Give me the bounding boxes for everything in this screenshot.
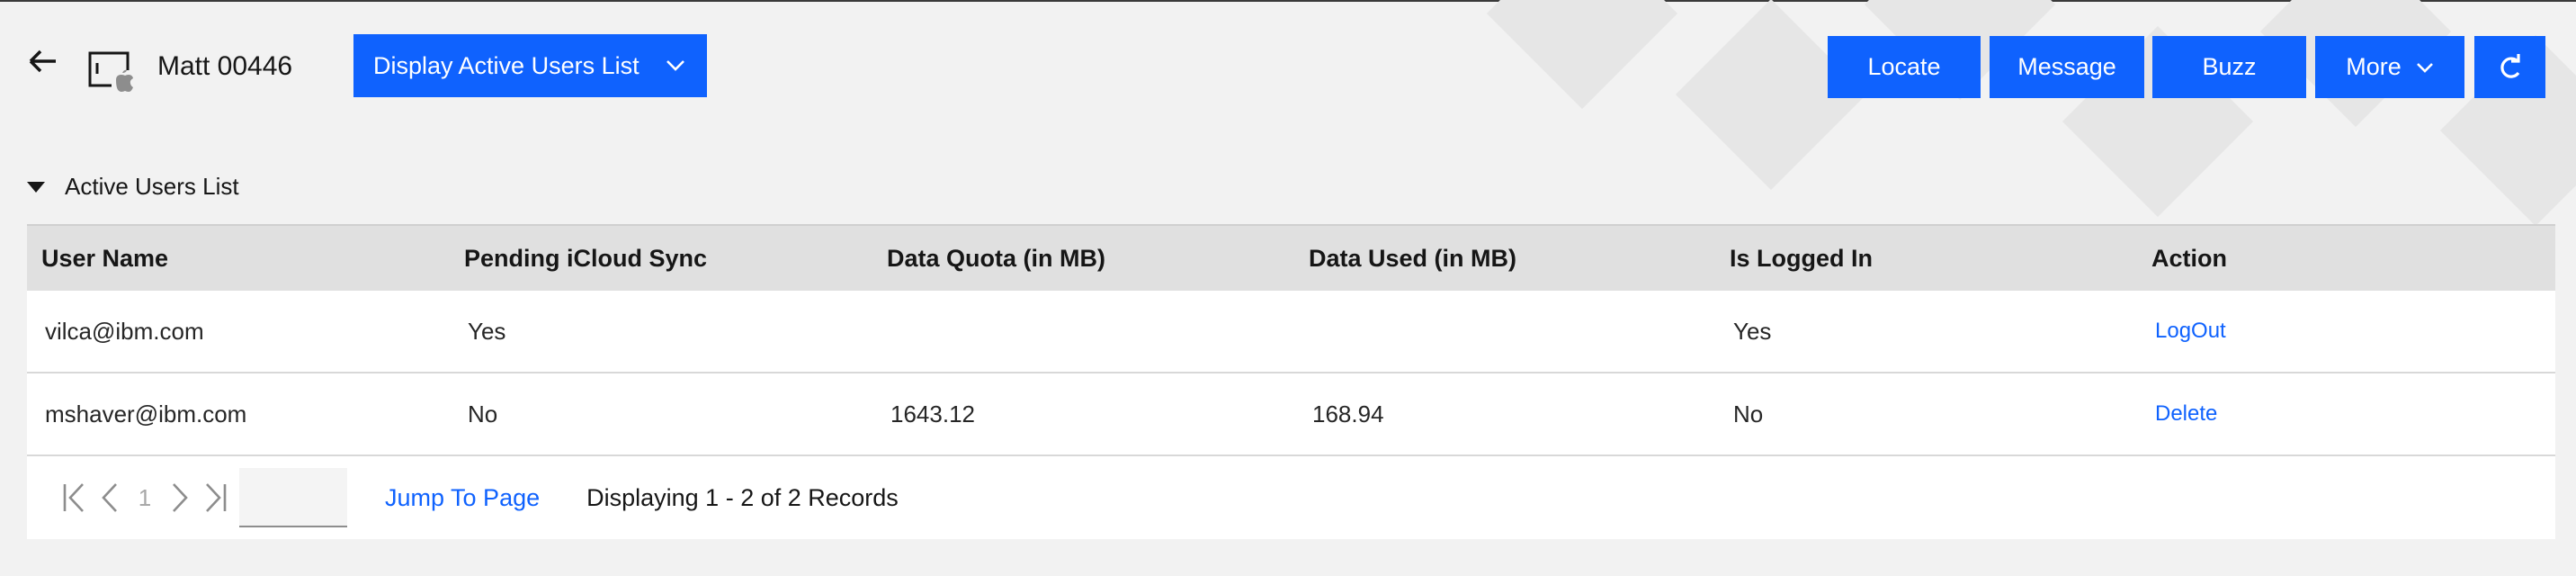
refresh-button[interactable] [2474,36,2545,98]
more-button[interactable]: More [2315,36,2464,98]
message-button-label: Message [2017,53,2116,80]
cell-pending-sync: Yes [468,317,506,345]
delete-link[interactable]: Delete [2137,401,2555,427]
table-row: mshaver@ibm.com No 1643.12 168.94 No Del… [27,374,2555,456]
more-button-label: More [2346,53,2402,80]
cell-pending-sync: No [468,400,498,428]
background-decoration [1407,0,2576,234]
logout-link[interactable]: LogOut [2137,319,2555,344]
column-header-pending-icloud-sync[interactable]: Pending iCloud Sync [450,245,872,273]
active-users-table: User Name Pending iCloud Sync Data Quota… [27,224,2555,539]
top-border [0,0,2576,2]
caret-down-icon [27,181,45,193]
buzz-button[interactable]: Buzz [2152,36,2306,98]
pagination: 1 Jump To Page Displaying 1 - 2 of 2 Rec… [27,456,2555,539]
section-header[interactable]: Active Users List [27,173,239,201]
cell-user-name: vilca@ibm.com [45,317,204,345]
section-title: Active Users List [65,173,239,200]
next-page-icon[interactable] [162,480,198,516]
cell-data-used: 168.94 [1312,400,1384,428]
first-page-icon[interactable] [58,480,92,516]
refresh-icon [2500,53,2520,78]
apple-device-icon [88,50,135,92]
locate-button-label: Locate [1867,53,1941,80]
column-header-data-quota[interactable]: Data Quota (in MB) [872,245,1294,273]
current-page-number: 1 [138,483,152,511]
device-name: Matt 00446 [157,51,293,81]
column-header-action: Action [2151,244,2227,272]
cell-user-name: mshaver@ibm.com [45,400,247,428]
previous-page-icon[interactable] [92,480,128,516]
jump-to-page-link[interactable]: Jump To Page [385,484,540,512]
column-header-user-name[interactable]: User Name [27,245,450,273]
cell-logged-in: No [1733,400,1764,428]
table-header: User Name Pending iCloud Sync Data Quota… [27,224,2555,291]
page-number-input[interactable] [239,468,347,527]
column-header-data-used[interactable]: Data Used (in MB) [1294,245,1715,273]
back-arrow-icon[interactable] [25,43,61,79]
records-count: Displaying 1 - 2 of 2 Records [586,483,899,511]
buzz-button-label: Buzz [2202,53,2257,80]
column-header-is-logged-in[interactable]: Is Logged In [1715,245,2137,273]
cell-logged-in: Yes [1733,317,1772,345]
view-dropdown-label: Display Active Users List [373,51,640,79]
cell-data-quota: 1643.12 [890,400,975,428]
chevron-down-icon [2416,62,2433,73]
view-dropdown[interactable]: Display Active Users List [353,34,707,97]
chevron-down-icon [666,60,684,71]
last-page-icon[interactable] [198,480,232,516]
locate-button[interactable]: Locate [1828,36,1981,98]
message-button[interactable]: Message [1990,36,2144,98]
table-row: vilca@ibm.com Yes Yes LogOut [27,291,2555,374]
